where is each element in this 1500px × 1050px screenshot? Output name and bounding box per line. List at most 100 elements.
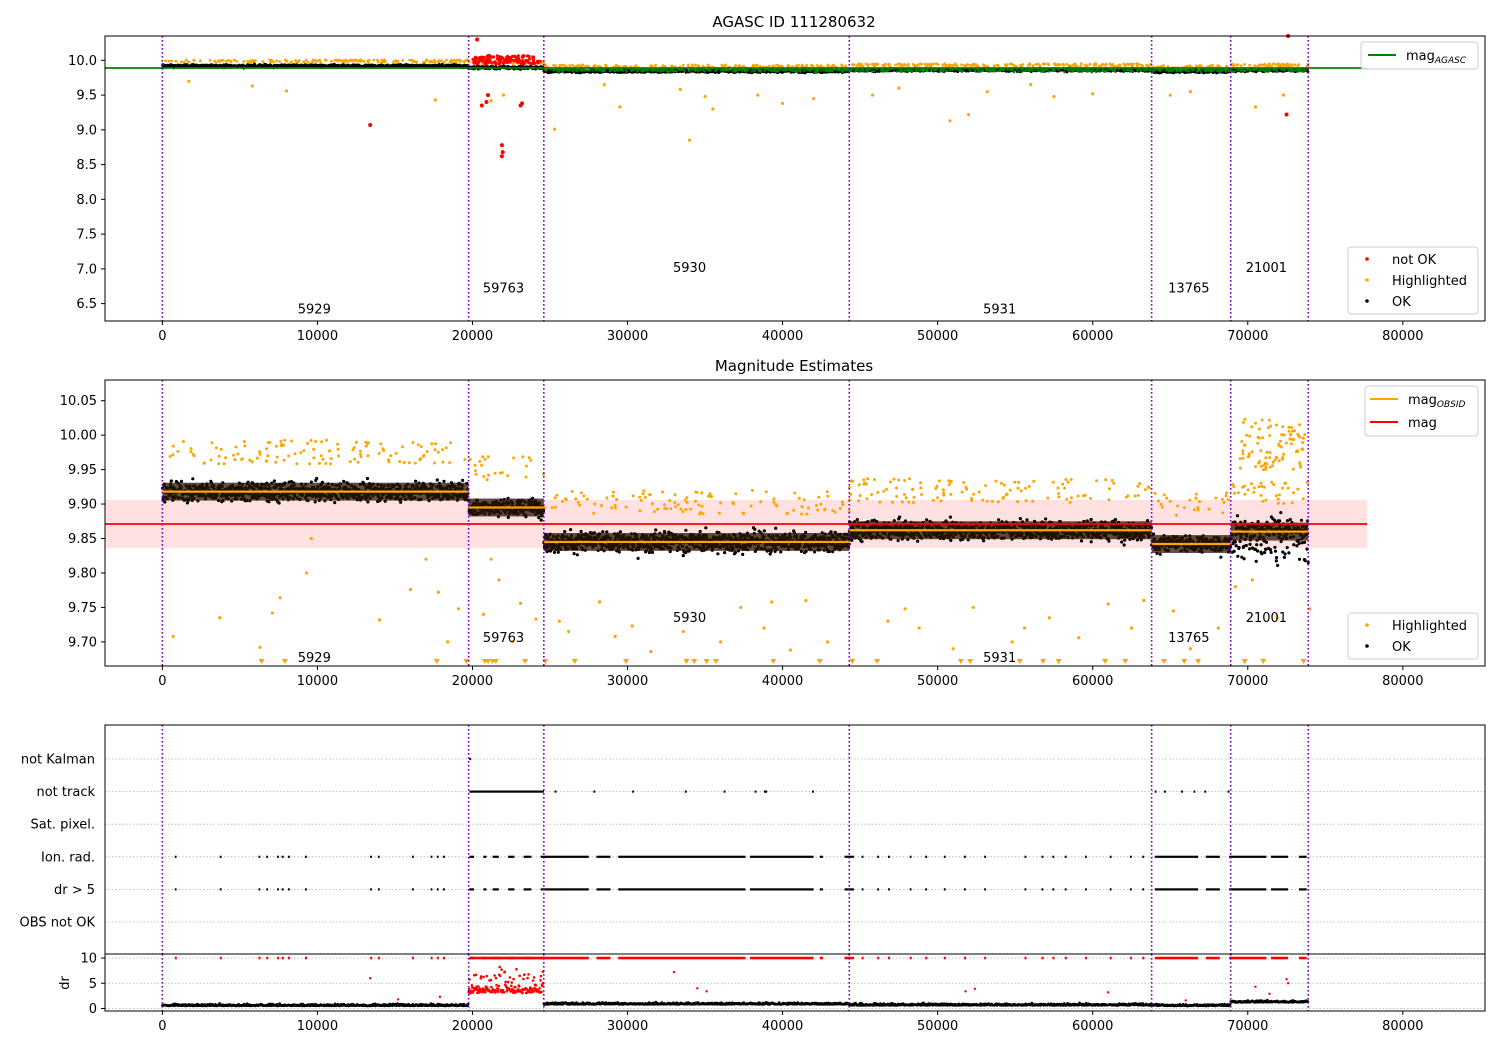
p1-ytick-label: 7.5 [76, 228, 97, 243]
p1-highlighted-point [997, 64, 1000, 67]
p1-highlighted-point [1297, 63, 1301, 67]
p1-highlighted-point [314, 59, 317, 63]
p1-mag-speck [1077, 70, 1080, 73]
p1-highlighted-point [571, 63, 574, 67]
p2-highlighted-point [233, 458, 237, 462]
p1-mag-speck [1152, 70, 1155, 73]
p1-mag-speck [1087, 70, 1091, 73]
p2-highlighted-point [242, 440, 246, 443]
p1-xtick-label: 40000 [762, 329, 803, 344]
p1-mag-speck [1302, 69, 1306, 72]
p1-mag-speck [1178, 68, 1181, 72]
p1-obsid-label: 13765 [1168, 282, 1209, 297]
p1-xtick-label: 10000 [297, 329, 338, 344]
p1-highlighted-outlier [501, 93, 506, 97]
p2-highlighted-point [275, 455, 279, 459]
p1-mag-speck [1063, 71, 1066, 74]
p1-xtick-label: 30000 [607, 329, 648, 344]
p1-not-ok-point [527, 54, 531, 58]
p1-ytick-label: 7.0 [76, 262, 97, 277]
p1-highlighted-point [376, 60, 380, 64]
p1-mag-speck [1198, 69, 1201, 72]
p1-mag-speck [1037, 69, 1040, 72]
p2-highlighted-point [320, 440, 324, 444]
p1-highlighted-point [415, 60, 419, 64]
p1-highlighted-point [229, 59, 233, 63]
p1-mag-speck [665, 70, 668, 73]
p1-mag-speck [960, 70, 963, 73]
p2-highlighted-point [171, 444, 175, 448]
p2-ok-point [163, 500, 167, 504]
p1-highlighted-point [965, 63, 969, 66]
p1-highlighted-point [1005, 63, 1009, 67]
p1-not-ok-outlier [479, 103, 484, 108]
p1-highlighted-point [192, 59, 196, 62]
p1-highlighted-point [346, 59, 350, 63]
p1-highlighted-point [797, 63, 800, 67]
p1-highlighted-point [1058, 63, 1062, 66]
p1-mag-speck [1186, 69, 1189, 72]
p1-mag-speck [909, 69, 912, 73]
p1-highlighted-outlier [618, 105, 622, 109]
p1-highlighted-point [867, 63, 870, 66]
p1-mag-speck [706, 68, 709, 72]
p1-mag-speck [1047, 70, 1051, 73]
p2-highlighted-point [240, 457, 244, 461]
p2-highlighted-point [364, 444, 368, 448]
p1-highlighted-point [1043, 62, 1047, 66]
p2-ok-point [169, 479, 173, 483]
p1-highlighted-point [614, 63, 618, 67]
p2-highlighted-point [176, 450, 180, 453]
p2-highlighted-point [265, 447, 268, 451]
p1-highlighted-point [425, 58, 429, 62]
p1-highlighted-point [164, 59, 168, 63]
p2-highlighted-point [352, 446, 356, 450]
p1-mag-speck [999, 69, 1002, 72]
p1-not-ok-outlier [1284, 112, 1289, 117]
p1-highlighted-point [884, 62, 887, 66]
p1-highlighted-point [455, 58, 459, 62]
p1-highlighted-outlier [703, 94, 707, 99]
p1-highlighted-outlier [897, 86, 901, 90]
p1-mag-speck [656, 70, 659, 73]
p2-highlighted-point [353, 457, 356, 461]
p1-mag-speck [1017, 70, 1020, 73]
p1-highlighted-point [654, 63, 657, 67]
p2-ok-point [315, 476, 319, 481]
p1-mag-speck [940, 69, 943, 72]
p1-mag-speck [697, 69, 700, 73]
p1-mag-speck [1056, 68, 1060, 72]
p1-not-ok-point [510, 54, 515, 58]
p1-mag-speck [1233, 70, 1237, 73]
p1-mag-speck [720, 69, 723, 72]
p1-mag-speck [744, 70, 748, 73]
p1-mag-speck [1009, 68, 1012, 72]
p1-obsid-label: 5931 [983, 302, 1016, 317]
p1-not-ok-point [497, 59, 501, 63]
p1-not-ok-point [516, 59, 521, 64]
p1-mag-speck [794, 70, 797, 73]
p1-highlighted-point [221, 59, 225, 62]
p1-obsid-labels: 592959763593059311376521001 [298, 261, 1287, 318]
p1-not-ok-point [532, 55, 536, 59]
p1-mag-speck [1209, 70, 1212, 73]
p1-xtick-label: 70000 [1227, 329, 1268, 344]
p1-obsid-boundaries [161, 36, 1310, 321]
p1-mag-speck [968, 68, 971, 72]
p1-highlighted-point [1293, 63, 1297, 67]
p1-xtick-label: 0 [158, 329, 166, 344]
p1-highlighted-point [983, 64, 987, 68]
p1-mag-speck [973, 69, 977, 73]
p2-highlighted-point [189, 450, 193, 454]
p2-highlighted-point [214, 446, 218, 450]
p2-highlighted-point [336, 442, 340, 446]
p1-highlighted-outlier [967, 112, 971, 117]
p1-mag-speck [820, 69, 823, 72]
p1-mag-speck [608, 68, 612, 72]
p1-not-ok-point [486, 60, 490, 64]
p1-mag-speck [896, 70, 899, 73]
p1-mag-speck [1024, 69, 1027, 72]
p1-highlighted-point [187, 60, 191, 64]
p2-highlighted-point [308, 462, 312, 466]
p1-highlighted-point [1034, 63, 1038, 66]
